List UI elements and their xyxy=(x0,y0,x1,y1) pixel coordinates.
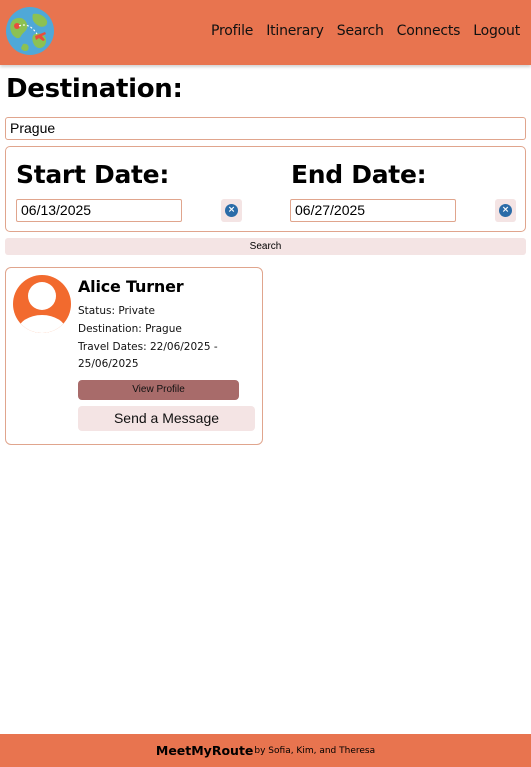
view-profile-button[interactable]: View Profile xyxy=(78,380,239,400)
search-button[interactable]: Search xyxy=(5,238,526,255)
clear-circle-icon: × xyxy=(225,204,238,217)
footer-credit: by Sofia, Kim, and Theresa xyxy=(254,745,376,756)
end-date-input[interactable]: 06/27/2025 xyxy=(290,199,456,222)
end-date-label: End Date: xyxy=(291,160,427,189)
traveler-dates: Travel Dates: 22/06/2025 - xyxy=(78,341,218,353)
nav-search[interactable]: Search xyxy=(337,23,384,39)
user-avatar-icon xyxy=(13,275,71,333)
traveler-destination: Destination: Prague xyxy=(78,323,182,335)
footer: MeetMyRoute by Sofia, Kim, and Theresa xyxy=(0,734,531,767)
main-nav: Profile Itinerary Search Connects Logout xyxy=(211,23,520,39)
traveler-name: Alice Turner xyxy=(78,277,184,296)
globe-logo-icon[interactable] xyxy=(5,6,55,56)
header: Profile Itinerary Search Connects Logout xyxy=(0,0,531,65)
traveler-card: Alice Turner Status: Private Destination… xyxy=(5,267,263,445)
dates-panel: Start Date: 06/13/2025 × End Date: 06/27… xyxy=(5,146,526,232)
nav-profile[interactable]: Profile xyxy=(211,23,253,39)
nav-logout[interactable]: Logout xyxy=(473,23,520,39)
footer-brand: MeetMyRoute xyxy=(155,743,254,758)
clear-start-date-button[interactable]: × xyxy=(221,199,242,222)
nav-itinerary[interactable]: Itinerary xyxy=(266,23,324,39)
clear-end-date-button[interactable]: × xyxy=(495,199,516,222)
destination-input[interactable]: Prague xyxy=(5,117,526,140)
clear-circle-icon: × xyxy=(499,204,512,217)
start-date-input[interactable]: 06/13/2025 xyxy=(16,199,182,222)
destination-label: Destination: xyxy=(6,74,183,104)
traveler-status: Status: Private xyxy=(78,305,155,317)
traveler-dates-end: 25/06/2025 xyxy=(78,358,139,370)
send-message-button[interactable]: Send a Message xyxy=(78,406,255,431)
nav-connects[interactable]: Connects xyxy=(397,23,461,39)
start-date-label: Start Date: xyxy=(16,160,170,189)
